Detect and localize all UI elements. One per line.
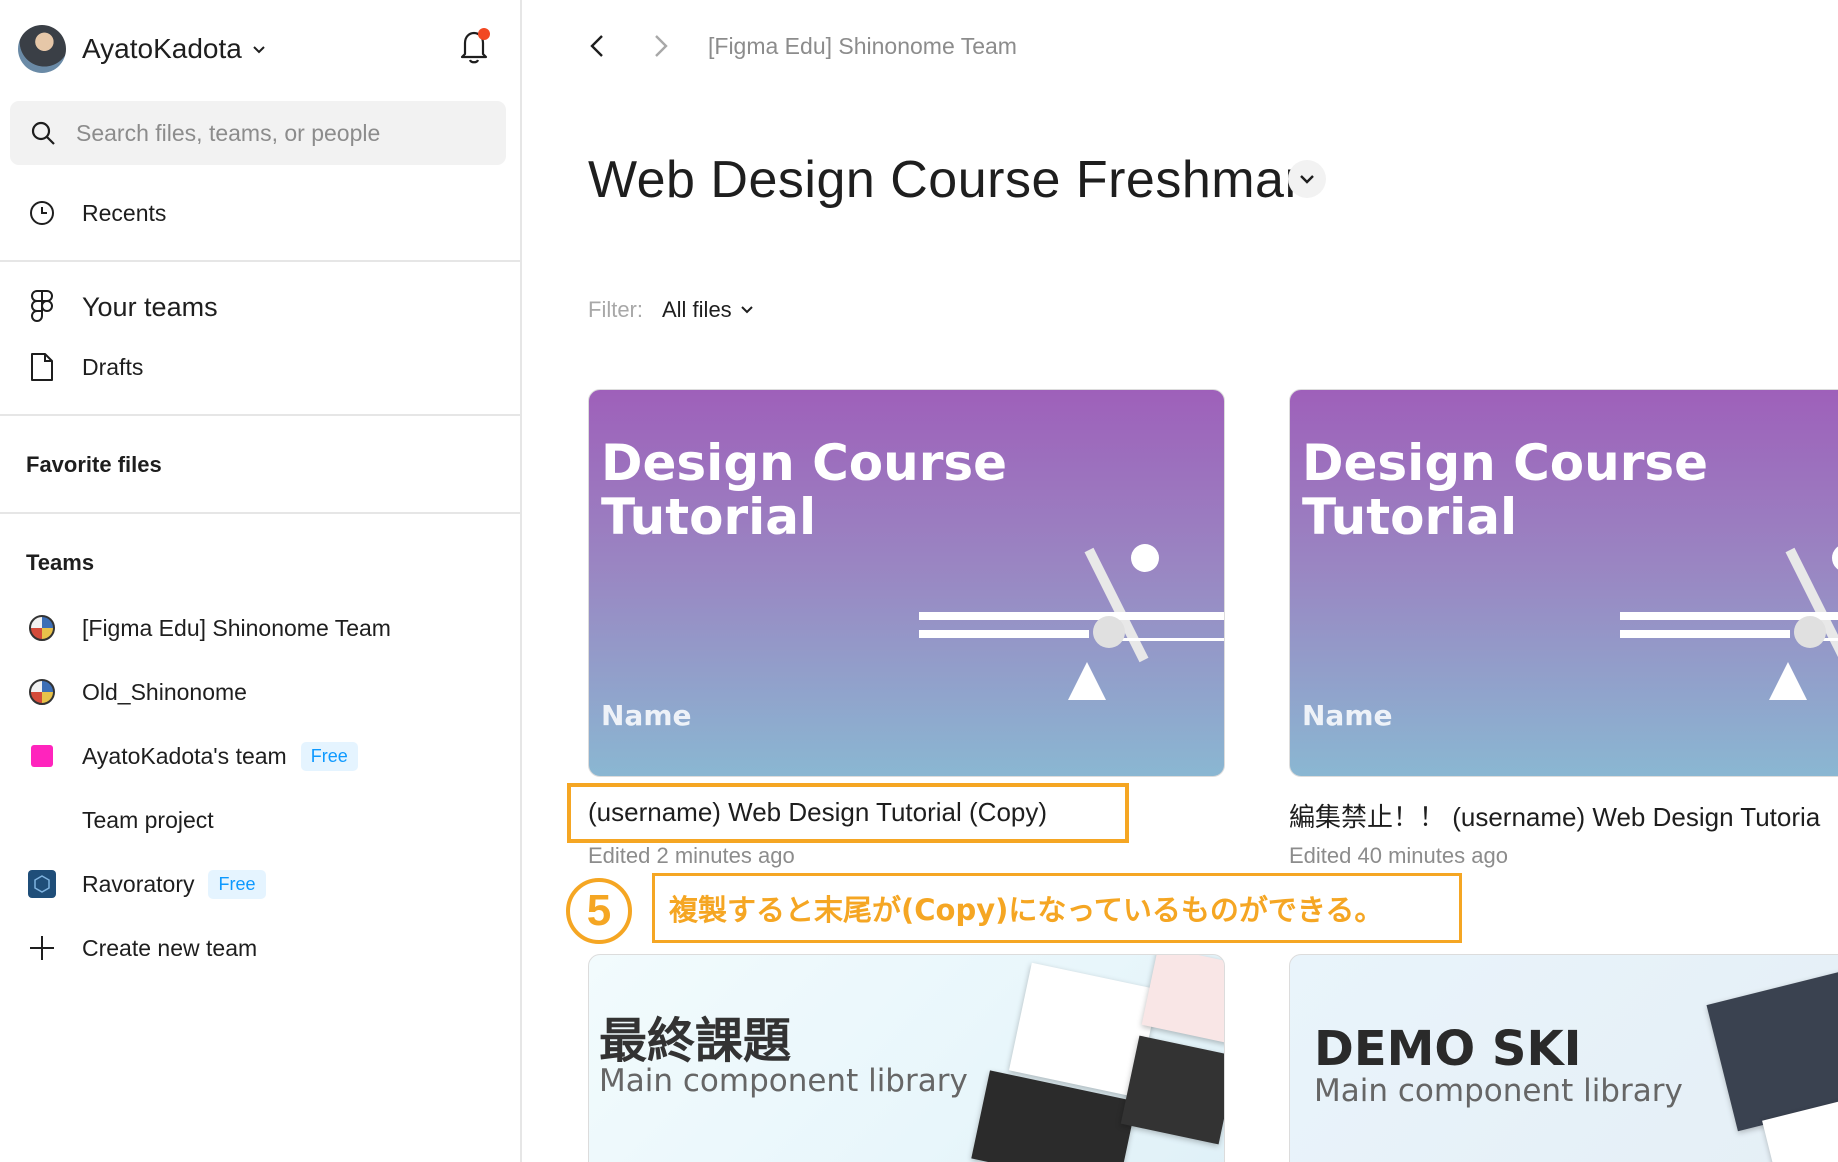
thumbnail-title: Design Course Tutorial	[601, 434, 1008, 546]
thumbnail-subtitle: Main component library	[599, 1063, 968, 1099]
main-content: [Figma Edu] Shinonome Team Web Design Co…	[524, 0, 1838, 1162]
team-name: Old_Shinonome	[82, 678, 247, 705]
chevron-down-icon	[740, 306, 753, 314]
screenshot-preview	[1120, 1035, 1224, 1145]
notification-dot	[478, 28, 490, 40]
file-edited-time: Edited 2 minutes ago	[588, 843, 795, 868]
file-icon	[26, 351, 58, 383]
chevron-down-icon	[1300, 175, 1314, 184]
back-arrow-icon[interactable]	[582, 30, 614, 62]
team-name: AyatoKadota's team	[82, 742, 287, 769]
thumbnail-subtitle: Main component library	[1314, 1073, 1683, 1109]
teams-heading: Teams	[26, 550, 95, 575]
team-logo-icon	[26, 868, 58, 900]
thumbnail-name: Name	[601, 699, 692, 732]
page-title: Web Design Course Freshman	[588, 151, 1314, 209]
figma-logo-icon	[26, 290, 58, 323]
plus-icon	[26, 932, 58, 964]
chevron-down-icon	[253, 46, 265, 54]
nav-recents-label: Recents	[82, 199, 167, 226]
thumbnail-title: DEMO SKI	[1314, 1021, 1582, 1077]
team-item[interactable]: [Figma Edu] Shinonome Team	[0, 611, 520, 645]
clock-icon	[26, 197, 58, 229]
team-logo-icon	[26, 612, 58, 644]
thumbnail-illustration	[1620, 546, 1838, 700]
thumbnail-name: Name	[1302, 699, 1393, 732]
file-thumbnail[interactable]: 最終課題 Main component library	[588, 954, 1225, 1162]
filter-value: All files	[662, 297, 732, 322]
project-menu-button[interactable]	[1288, 160, 1326, 198]
team-logo-icon	[26, 740, 58, 772]
file-name[interactable]: 編集禁止！！ (username) Web Design Tutoria	[1289, 797, 1820, 834]
favorite-files-heading: Favorite files	[26, 452, 162, 477]
project-item[interactable]: Team project	[0, 803, 520, 837]
step-number-badge: 5	[566, 878, 632, 944]
file-thumbnail[interactable]: Design Course Tutorial Name	[1289, 389, 1838, 777]
user-name: AyatoKadota	[82, 33, 242, 64]
project-name: Team project	[82, 806, 214, 833]
filter-label: Filter:	[588, 297, 643, 322]
divider	[0, 512, 520, 514]
thumbnail-title: 最終課題	[599, 1013, 792, 1069]
plan-badge: Free	[300, 741, 358, 771]
team-item[interactable]: Ravoratory Free	[0, 867, 520, 901]
search-icon	[31, 121, 55, 145]
forward-arrow-icon[interactable]	[644, 30, 676, 62]
nav-recents[interactable]: Recents	[0, 196, 520, 230]
screenshot-preview	[1141, 955, 1224, 1044]
plan-badge: Free	[208, 869, 266, 899]
breadcrumb[interactable]: [Figma Edu] Shinonome Team	[708, 33, 1017, 60]
team-name: Ravoratory	[82, 870, 195, 897]
file-thumbnail[interactable]: DEMO SKI Main component library	[1289, 954, 1838, 1162]
file-thumbnail[interactable]: Design Course Tutorial Name	[588, 389, 1225, 777]
create-team-label: Create new team	[82, 934, 258, 961]
nav-your-teams[interactable]: Your teams	[0, 289, 520, 325]
nav-drafts[interactable]: Drafts	[0, 350, 520, 384]
sidebar: AyatoKadota Recents Your teams Drafts Fa…	[0, 0, 522, 1162]
account-menu[interactable]: AyatoKadota	[18, 24, 268, 74]
filter-dropdown[interactable]: All files	[662, 297, 754, 323]
highlight-box	[567, 783, 1129, 843]
team-item[interactable]: AyatoKadota's team Free	[0, 739, 520, 773]
divider	[0, 414, 520, 416]
nav-drafts-label: Drafts	[82, 353, 144, 380]
file-edited-time: Edited 40 minutes ago	[1289, 843, 1508, 868]
search-bar[interactable]	[10, 101, 506, 165]
thumbnail-illustration	[919, 544, 1224, 700]
team-logo-icon	[26, 676, 58, 708]
team-item[interactable]: Old_Shinonome	[0, 675, 520, 709]
avatar	[18, 25, 66, 73]
divider	[0, 260, 520, 262]
team-name: [Figma Edu] Shinonome Team	[82, 614, 391, 641]
nav-your-teams-label: Your teams	[82, 291, 218, 322]
annotation-callout: 複製すると末尾が(Copy)になっているものができる。	[652, 873, 1462, 943]
create-team-button[interactable]: Create new team	[0, 931, 520, 965]
thumbnail-title: Design Course Tutorial	[1302, 434, 1709, 546]
search-input[interactable]	[76, 119, 496, 147]
